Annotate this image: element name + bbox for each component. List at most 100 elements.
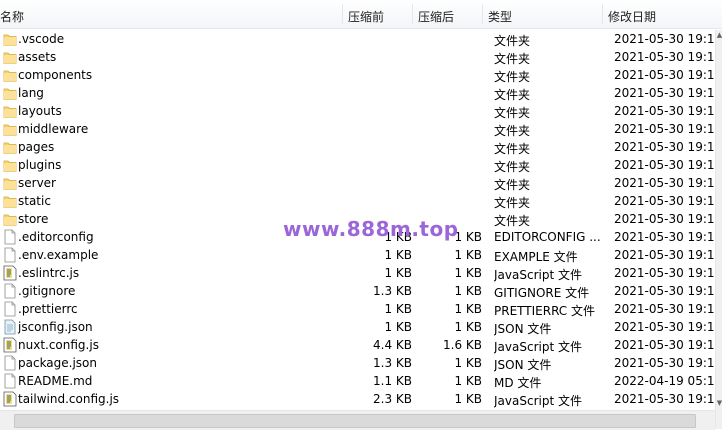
folder-icon bbox=[3, 139, 17, 155]
file-packed-size: 1 KB bbox=[454, 284, 482, 298]
file-row[interactable]: server 文件夹 2021-05-30 19:12 bbox=[0, 174, 715, 192]
file-modified: 2021-05-30 19:12 bbox=[614, 104, 715, 118]
file-modified: 2021-05-30 19:12 bbox=[614, 68, 715, 82]
file-type: MD 文件 bbox=[494, 376, 542, 390]
file-name: .prettierrc bbox=[18, 302, 78, 316]
column-divider[interactable] bbox=[602, 4, 603, 24]
file-name: static bbox=[18, 194, 51, 208]
file-name: .env.example bbox=[18, 248, 99, 262]
file-type: EXAMPLE 文件 bbox=[494, 250, 578, 264]
file-row[interactable]: pages 文件夹 2021-05-30 19:12 bbox=[0, 138, 715, 156]
file-modified: 2021-05-30 19:12 bbox=[614, 230, 715, 244]
scroll-down-icon[interactable]: ▼ bbox=[716, 398, 722, 408]
file-type: 文件夹 bbox=[494, 214, 531, 228]
file-type: 文件夹 bbox=[494, 34, 531, 48]
file-row[interactable]: package.json 1.3 KB 1 KB JSON 文件 2021-05-30 … bbox=[0, 354, 715, 372]
file-row[interactable]: .env.example 1 KB 1 KB EXAMPLE 文件 2021-05-30… bbox=[0, 246, 715, 264]
file-packed-size: 1.6 KB bbox=[443, 338, 482, 352]
file-packed-size: 1 KB bbox=[454, 356, 482, 370]
folder-icon bbox=[3, 211, 17, 227]
file-row[interactable]: static 文件夹 2021-05-30 19:12 bbox=[0, 192, 715, 210]
file-type: 文件夹 bbox=[494, 52, 531, 66]
file-packed-size: 1 KB bbox=[454, 302, 482, 316]
file-row[interactable]: layouts 文件夹 2021-05-30 19:12 bbox=[0, 102, 715, 120]
file-row[interactable]: plugins 文件夹 2021-05-30 19:12 bbox=[0, 156, 715, 174]
column-header-bar: 名称 压缩前 压缩后 类型 修改日期 bbox=[0, 0, 722, 29]
file-row[interactable]: jsconfig.json 1 KB 1 KB JSON 文件 2021-05-30 1… bbox=[0, 318, 715, 336]
file-modified: 2021-05-30 19:12 bbox=[614, 122, 715, 136]
file-size: 1 KB bbox=[384, 266, 412, 280]
file-size: 1.3 KB bbox=[373, 356, 412, 370]
column-header-modified[interactable]: 修改日期 bbox=[608, 8, 656, 25]
file-modified: 2021-05-30 19:12 bbox=[614, 320, 715, 334]
column-divider[interactable] bbox=[342, 4, 343, 24]
file-row[interactable]: tailwind.config.js 2.3 KB 1 KB JavaScript 文… bbox=[0, 390, 715, 408]
file-type: 文件夹 bbox=[494, 88, 531, 102]
column-header-packed[interactable]: 压缩后 bbox=[418, 8, 454, 25]
folder-icon bbox=[3, 85, 17, 101]
file-icon bbox=[3, 373, 17, 389]
file-icon bbox=[3, 247, 17, 263]
file-modified: 2021-05-30 19:12 bbox=[614, 356, 715, 370]
file-name: layouts bbox=[18, 104, 62, 118]
file-type: JSON 文件 bbox=[494, 322, 552, 336]
file-row[interactable]: assets 文件夹 2021-05-30 19:12 bbox=[0, 48, 715, 66]
file-size: 1 KB bbox=[384, 320, 412, 334]
js-file-icon bbox=[3, 265, 17, 281]
file-size: 1 KB bbox=[384, 248, 412, 262]
file-row[interactable]: README.md 1.1 KB 1 KB MD 文件 2022-04-19 05:13 bbox=[0, 372, 715, 390]
file-size: 1.1 KB bbox=[373, 374, 412, 388]
file-modified: 2021-05-30 19:12 bbox=[614, 212, 715, 226]
file-type: JavaScript 文件 bbox=[494, 340, 582, 354]
file-row[interactable]: lang 文件夹 2021-05-30 19:12 bbox=[0, 84, 715, 102]
file-type: 文件夹 bbox=[494, 70, 531, 84]
horizontal-scroll-thumb[interactable] bbox=[14, 414, 696, 428]
file-icon bbox=[3, 355, 17, 371]
file-size: 4.4 KB bbox=[373, 338, 412, 352]
file-row[interactable]: middleware 文件夹 2021-05-30 19:12 bbox=[0, 120, 715, 138]
file-modified: 2022-04-19 05:13 bbox=[614, 374, 715, 388]
file-row[interactable]: .gitignore 1.3 KB 1 KB GITIGNORE 文件 2021-05-… bbox=[0, 282, 715, 300]
file-modified: 2021-05-30 19:12 bbox=[614, 302, 715, 316]
file-name: .eslintrc.js bbox=[18, 266, 80, 280]
file-row[interactable]: .vscode 文件夹 2021-05-30 19:12 bbox=[0, 30, 715, 48]
json-file-icon bbox=[3, 319, 17, 335]
vertical-scrollbar[interactable]: ▲ ▼ bbox=[715, 30, 722, 429]
column-divider[interactable] bbox=[412, 4, 413, 24]
file-name: components bbox=[18, 68, 93, 82]
file-row[interactable]: components 文件夹 2021-05-30 19:12 bbox=[0, 66, 715, 84]
scroll-up-icon[interactable]: ▲ bbox=[716, 30, 722, 40]
file-packed-size: 1 KB bbox=[454, 266, 482, 280]
file-name: tailwind.config.js bbox=[18, 392, 120, 406]
file-modified: 2021-05-30 19:12 bbox=[614, 176, 715, 190]
file-row[interactable]: .eslintrc.js 1 KB 1 KB JavaScript 文件 2021-05… bbox=[0, 264, 715, 282]
file-type: 文件夹 bbox=[494, 178, 531, 192]
file-name: plugins bbox=[18, 158, 62, 172]
file-name: .vscode bbox=[18, 32, 65, 46]
file-name: jsconfig.json bbox=[18, 320, 93, 334]
file-icon bbox=[3, 283, 17, 299]
horizontal-scrollbar[interactable] bbox=[0, 410, 715, 430]
folder-icon bbox=[3, 193, 17, 209]
file-packed-size: 1 KB bbox=[454, 320, 482, 334]
column-header-size[interactable]: 压缩前 bbox=[348, 8, 384, 25]
file-type: JavaScript 文件 bbox=[494, 394, 582, 408]
file-name: .editorconfig bbox=[18, 230, 94, 244]
file-packed-size: 1 KB bbox=[454, 392, 482, 406]
folder-icon bbox=[3, 103, 17, 119]
column-header-name[interactable]: 名称 bbox=[0, 8, 24, 25]
file-size: 2.3 KB bbox=[373, 392, 412, 406]
column-header-type[interactable]: 类型 bbox=[488, 8, 512, 25]
file-modified: 2021-05-30 19:12 bbox=[614, 50, 715, 64]
file-size: 1.3 KB bbox=[373, 284, 412, 298]
file-name: package.json bbox=[18, 356, 98, 370]
file-type: 文件夹 bbox=[494, 196, 531, 210]
column-divider[interactable] bbox=[482, 4, 483, 24]
file-type: 文件夹 bbox=[494, 160, 531, 174]
file-row[interactable]: .prettierrc 1 KB 1 KB PRETTIERRC 文件 2021-05-… bbox=[0, 300, 715, 318]
file-row[interactable]: nuxt.config.js 4.4 KB 1.6 KB JavaScript 文件 2… bbox=[0, 336, 715, 354]
file-type: PRETTIERRC 文件 bbox=[494, 304, 595, 318]
file-name: .gitignore bbox=[18, 284, 76, 298]
file-modified: 2021-05-30 19:12 bbox=[614, 194, 715, 208]
file-modified: 2021-05-30 19:12 bbox=[614, 338, 715, 352]
